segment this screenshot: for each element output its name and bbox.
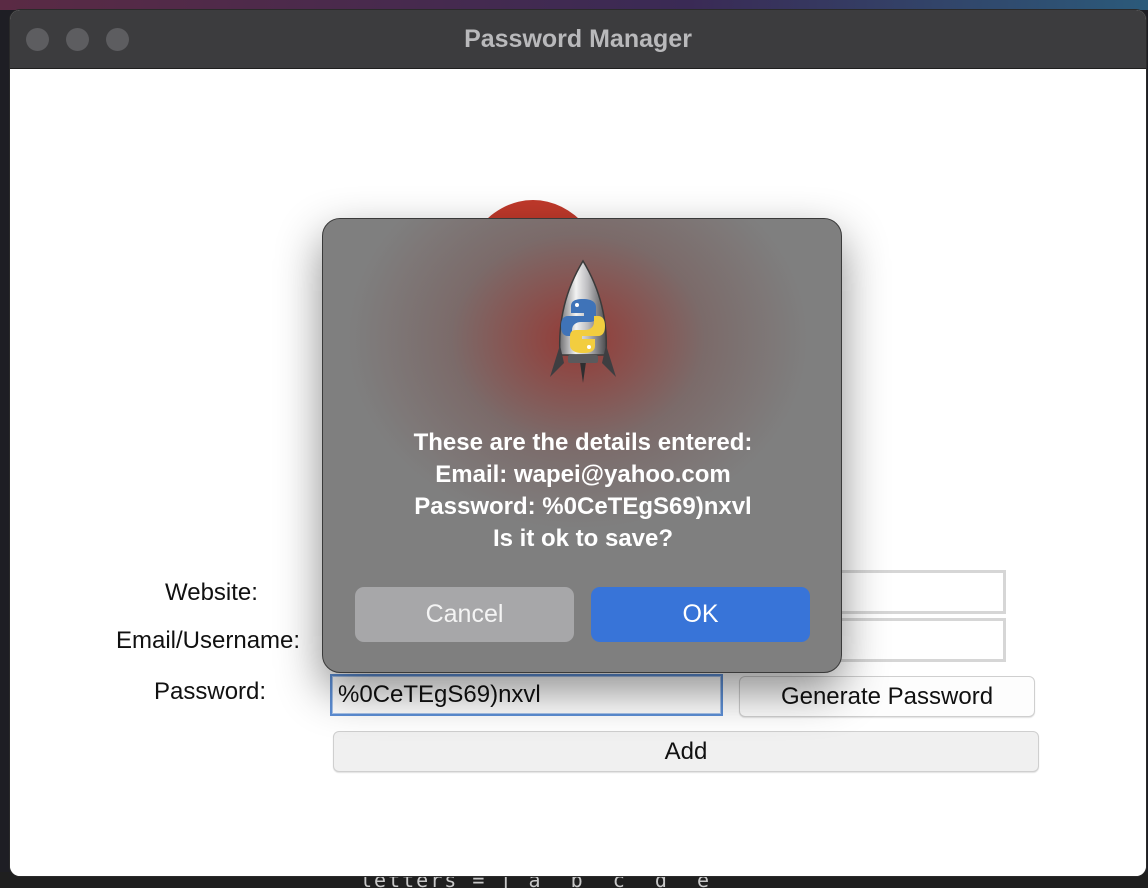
window-title: Password Manager: [464, 25, 692, 53]
password-input[interactable]: [330, 674, 723, 716]
dialog-message-line: Email: wapei@yahoo.com: [435, 461, 731, 488]
dialog-message-line: These are the details entered:: [413, 429, 753, 456]
website-input[interactable]: [832, 570, 1006, 614]
generate-password-button[interactable]: Generate Password: [739, 676, 1035, 717]
website-label: Website:: [165, 579, 258, 606]
email-username-input[interactable]: [832, 618, 1006, 662]
title-bar: Password Manager: [10, 10, 1146, 69]
email-username-label: Email/Username:: [116, 627, 301, 654]
cancel-button[interactable]: Cancel: [355, 587, 574, 642]
dialog-message-line: Is it ok to save?: [492, 525, 674, 552]
add-button[interactable]: Add: [333, 731, 1039, 772]
desktop-background: [0, 0, 1148, 10]
dialog-message-line: Password: %0CeTEgS69)nxvl: [414, 493, 752, 520]
python-rocket-icon: [550, 259, 616, 383]
ok-button[interactable]: OK: [591, 587, 810, 642]
dialog-message: These are the details entered: Email: wa…: [323, 427, 841, 555]
confirm-save-dialog: These are the details entered: Email: wa…: [322, 218, 842, 673]
password-label: Password:: [154, 678, 267, 705]
